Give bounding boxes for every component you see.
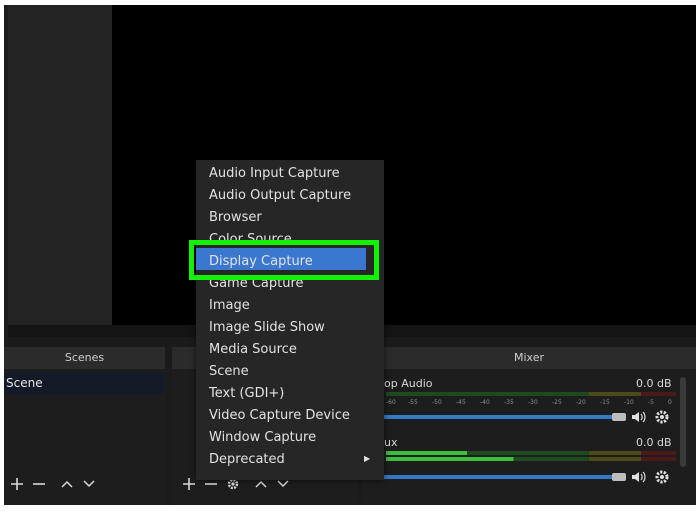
scale-tick: 0 bbox=[668, 399, 672, 406]
gear-icon[interactable] bbox=[654, 469, 670, 485]
menu-item-scene[interactable]: Scene bbox=[209, 361, 249, 383]
plus-icon bbox=[11, 478, 23, 490]
menu-item-video-capture-device[interactable]: Video Capture Device bbox=[209, 405, 350, 427]
move-scene-down-button[interactable] bbox=[78, 473, 100, 495]
chevron-down-icon bbox=[83, 480, 95, 488]
chevron-right-icon: ▶ bbox=[364, 454, 371, 463]
volume-meter bbox=[386, 451, 676, 455]
scale-tick: -10 bbox=[624, 399, 634, 406]
volume-meter bbox=[386, 392, 676, 396]
move-scene-up-button[interactable] bbox=[56, 473, 78, 495]
scale-tick: -45 bbox=[456, 399, 466, 406]
menu-item-image-slide-show[interactable]: Image Slide Show bbox=[209, 317, 325, 339]
mixer-channel-name: op Audio bbox=[384, 377, 433, 390]
scale-tick: -60 bbox=[386, 399, 396, 406]
annotation-highlight-box bbox=[189, 240, 379, 280]
gear-icon[interactable] bbox=[654, 409, 670, 425]
mixer-dock-title: Mixer bbox=[362, 347, 696, 369]
add-scene-button[interactable] bbox=[6, 473, 28, 495]
scale-tick: -35 bbox=[504, 399, 514, 406]
scenes-toolbar bbox=[6, 471, 100, 497]
volume-fader-handle[interactable] bbox=[612, 413, 626, 421]
scale-tick: -20 bbox=[576, 399, 586, 406]
scale-tick: -40 bbox=[480, 399, 490, 406]
scale-tick: -50 bbox=[432, 399, 442, 406]
add-source-menu: Audio Input Capture Audio Output Capture… bbox=[196, 160, 384, 480]
speaker-icon[interactable] bbox=[630, 469, 646, 485]
mixer-channel-db: 0.0 dB bbox=[636, 377, 672, 390]
menu-item-audio-input-capture[interactable]: Audio Input Capture bbox=[209, 163, 340, 185]
scale-tick: -55 bbox=[408, 399, 418, 406]
volume-fader[interactable] bbox=[362, 415, 624, 419]
preview-left-margin bbox=[8, 5, 112, 325]
scene-list-item[interactable]: Scene bbox=[4, 372, 164, 394]
remove-scene-button[interactable] bbox=[28, 473, 50, 495]
menu-item-window-capture[interactable]: Window Capture bbox=[209, 427, 316, 449]
meter-scale: -60 -55 -50 -45 -40 -35 -30 -25 -20 -15 … bbox=[386, 399, 676, 408]
minus-icon bbox=[33, 483, 45, 485]
scenes-dock-title: Scenes bbox=[4, 347, 165, 369]
menu-item-text-gdi[interactable]: Text (GDI+) bbox=[209, 383, 284, 405]
scale-tick: -15 bbox=[600, 399, 610, 406]
scale-tick: -30 bbox=[528, 399, 538, 406]
screenshot-frame: Scenes Scene Mixer op Audio 0.0 dB -60 -… bbox=[0, 0, 700, 513]
plus-icon bbox=[183, 478, 195, 490]
mixer-scrollbar[interactable] bbox=[680, 377, 686, 467]
volume-fader-handle[interactable] bbox=[612, 473, 626, 481]
scale-tick: -5 bbox=[648, 399, 654, 406]
menu-item-media-source[interactable]: Media Source bbox=[209, 339, 297, 361]
volume-meter bbox=[386, 457, 676, 461]
menu-item-browser[interactable]: Browser bbox=[209, 207, 262, 229]
chevron-up-icon bbox=[61, 480, 73, 488]
speaker-icon[interactable] bbox=[630, 409, 646, 425]
menu-item-deprecated[interactable]: Deprecated bbox=[209, 449, 285, 471]
scale-tick: -25 bbox=[552, 399, 562, 406]
mixer-channel-db: 0.0 dB bbox=[636, 436, 672, 449]
volume-fader[interactable] bbox=[362, 475, 624, 479]
menu-item-image[interactable]: Image bbox=[209, 295, 250, 317]
mixer-channel-name: ux bbox=[384, 436, 398, 449]
menu-item-audio-output-capture[interactable]: Audio Output Capture bbox=[209, 185, 351, 207]
